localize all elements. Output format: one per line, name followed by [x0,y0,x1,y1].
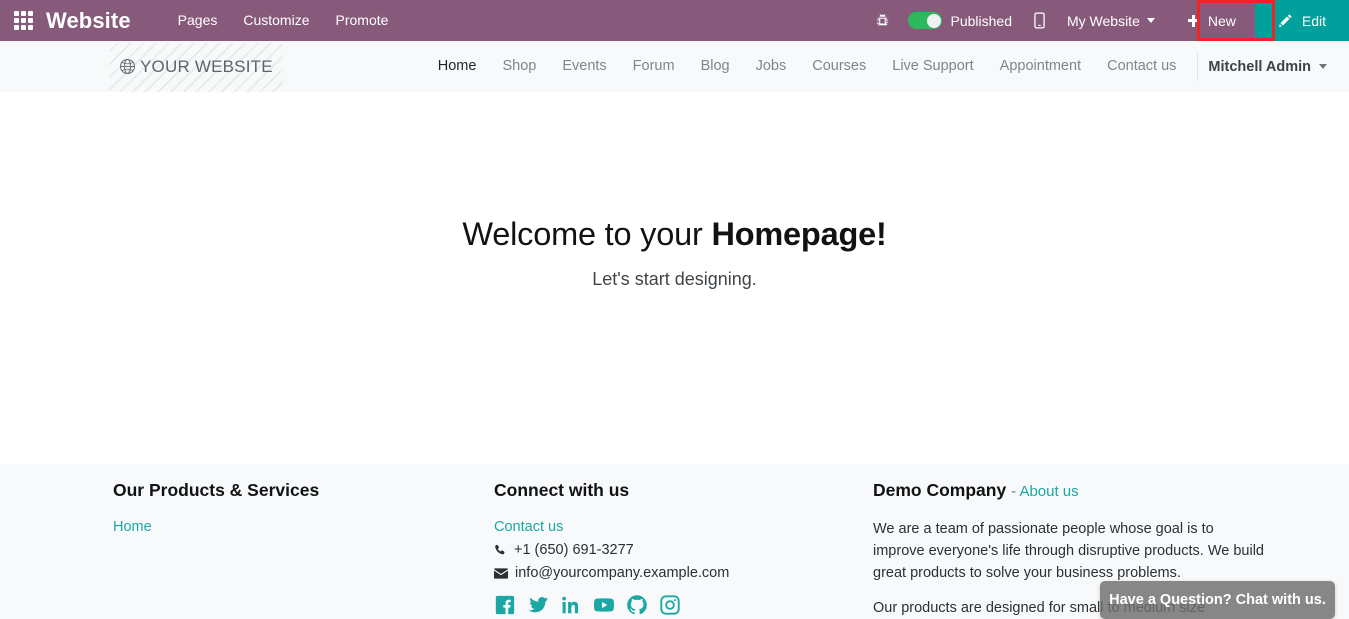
mobile-phone-icon-glyph [1034,12,1045,29]
youtube-icon-glyph [594,598,614,612]
apps-grid-icon[interactable] [0,0,46,41]
footer-company-name: Demo Company [873,480,1007,500]
backend-menu-customize[interactable]: Customize [230,0,322,41]
linkedin-icon[interactable] [560,594,582,616]
twitter-icon-glyph [529,597,549,613]
livechat-button[interactable]: Have a Question? Chat with us. [1100,581,1335,619]
odoo-backend-navbar: Website Pages Customize Promote Publishe… [0,0,1349,41]
app-brand-title: Website [46,7,131,33]
footer-col1-title: Our Products & Services [113,480,320,500]
site-nav-shop[interactable]: Shop [489,41,549,92]
new-button-label: New [1207,12,1236,29]
page-main-content: Welcome to your Homepage! Let's start de… [0,92,1349,464]
linkedin-icon-glyph [562,596,579,614]
backend-menu-pages[interactable]: Pages [165,0,231,41]
site-nav-live-support[interactable]: Live Support [879,41,986,92]
site-nav-events[interactable]: Events [549,41,619,92]
pencil-icon [1278,14,1292,27]
footer-column-connect: Connect with us Contact us +1 (650) 691-… [494,480,873,619]
chevron-down-icon [1319,64,1327,69]
site-nav-home[interactable]: Home [425,41,490,92]
mobile-phone-icon[interactable] [1022,0,1057,41]
site-nav-contact-us[interactable]: Contact us [1094,41,1189,92]
site-logo-text: YOUR WEBSITE [140,56,273,76]
website-selector-label: My Website [1066,12,1140,29]
plus-icon [1187,14,1200,27]
publish-state-label: Published [950,12,1012,29]
bug-icon-glyph [877,14,889,26]
footer-col3-title: Demo Company - About us [873,480,1269,501]
globe-icon [119,58,136,75]
footer-column-products: Our Products & Services Home [113,480,494,619]
phone-icon [495,544,505,554]
edit-button-label: Edit [1301,12,1326,29]
facebook-icon-glyph [495,595,515,615]
instagram-icon[interactable] [659,594,681,616]
user-menu-label: Mitchell Admin [1208,58,1311,75]
github-icon[interactable] [626,594,648,616]
footer-phone-value[interactable]: +1 (650) 691-3277 [514,542,634,558]
page-title: Welcome to your Homepage! [0,216,1349,253]
website-selector-dropdown[interactable]: My Website [1057,0,1169,41]
site-nav-blog[interactable]: Blog [688,41,743,92]
footer-email-row: info@yourcompany.example.com [494,565,849,581]
site-nav-jobs[interactable]: Jobs [743,41,800,92]
facebook-icon[interactable] [494,594,516,616]
page-subtitle: Let's start designing. [592,269,757,289]
website-header: YOUR WEBSITE Home Shop Events Forum Blog… [0,41,1349,93]
footer-phone-row: +1 (650) 691-3277 [494,542,849,558]
backend-menu-promote[interactable]: Promote [323,0,402,41]
page-title-normal: Welcome to your [462,216,712,252]
edit-button[interactable]: Edit [1254,0,1349,41]
backend-menu-list: Pages Customize Promote [165,0,402,41]
hero-section: Welcome to your Homepage! Let's start de… [0,92,1349,290]
footer-link-about-us[interactable]: About us [1019,483,1078,500]
site-nav-forum[interactable]: Forum [620,41,688,92]
new-button[interactable]: New [1169,0,1255,41]
page-title-bold: Homepage! [711,216,887,252]
instagram-icon-glyph [660,595,680,615]
apps-grid-glyph [13,11,33,30]
publish-switch[interactable] [908,12,943,29]
website-nav: Home Shop Events Forum Blog Jobs Courses… [425,41,1333,92]
envelope-icon [494,567,508,579]
chevron-down-icon [1146,18,1155,23]
footer-col2-title: Connect with us [494,480,630,500]
twitter-icon[interactable] [527,594,549,616]
footer-email-value[interactable]: info@yourcompany.example.com [515,565,729,581]
footer-social-links [494,594,849,616]
footer-paragraph-1: We are a team of passionate people whose… [873,521,1264,581]
github-icon-glyph [627,595,647,615]
site-nav-appointment[interactable]: Appointment [987,41,1094,92]
livechat-button-label: Have a Question? Chat with us. [1109,592,1326,608]
bug-icon[interactable] [863,0,902,41]
publish-toggle[interactable]: Published [902,0,1022,41]
site-logo[interactable]: YOUR WEBSITE [109,42,283,93]
navbar-right-group: Published My Website New Edit [863,0,1349,41]
nav-divider [1197,52,1199,81]
footer-link-home[interactable]: Home [113,519,152,535]
site-nav-courses[interactable]: Courses [799,41,879,92]
user-menu-dropdown[interactable]: Mitchell Admin [1204,59,1333,75]
youtube-icon[interactable] [593,594,615,616]
footer-link-contact-us[interactable]: Contact us [494,519,563,535]
